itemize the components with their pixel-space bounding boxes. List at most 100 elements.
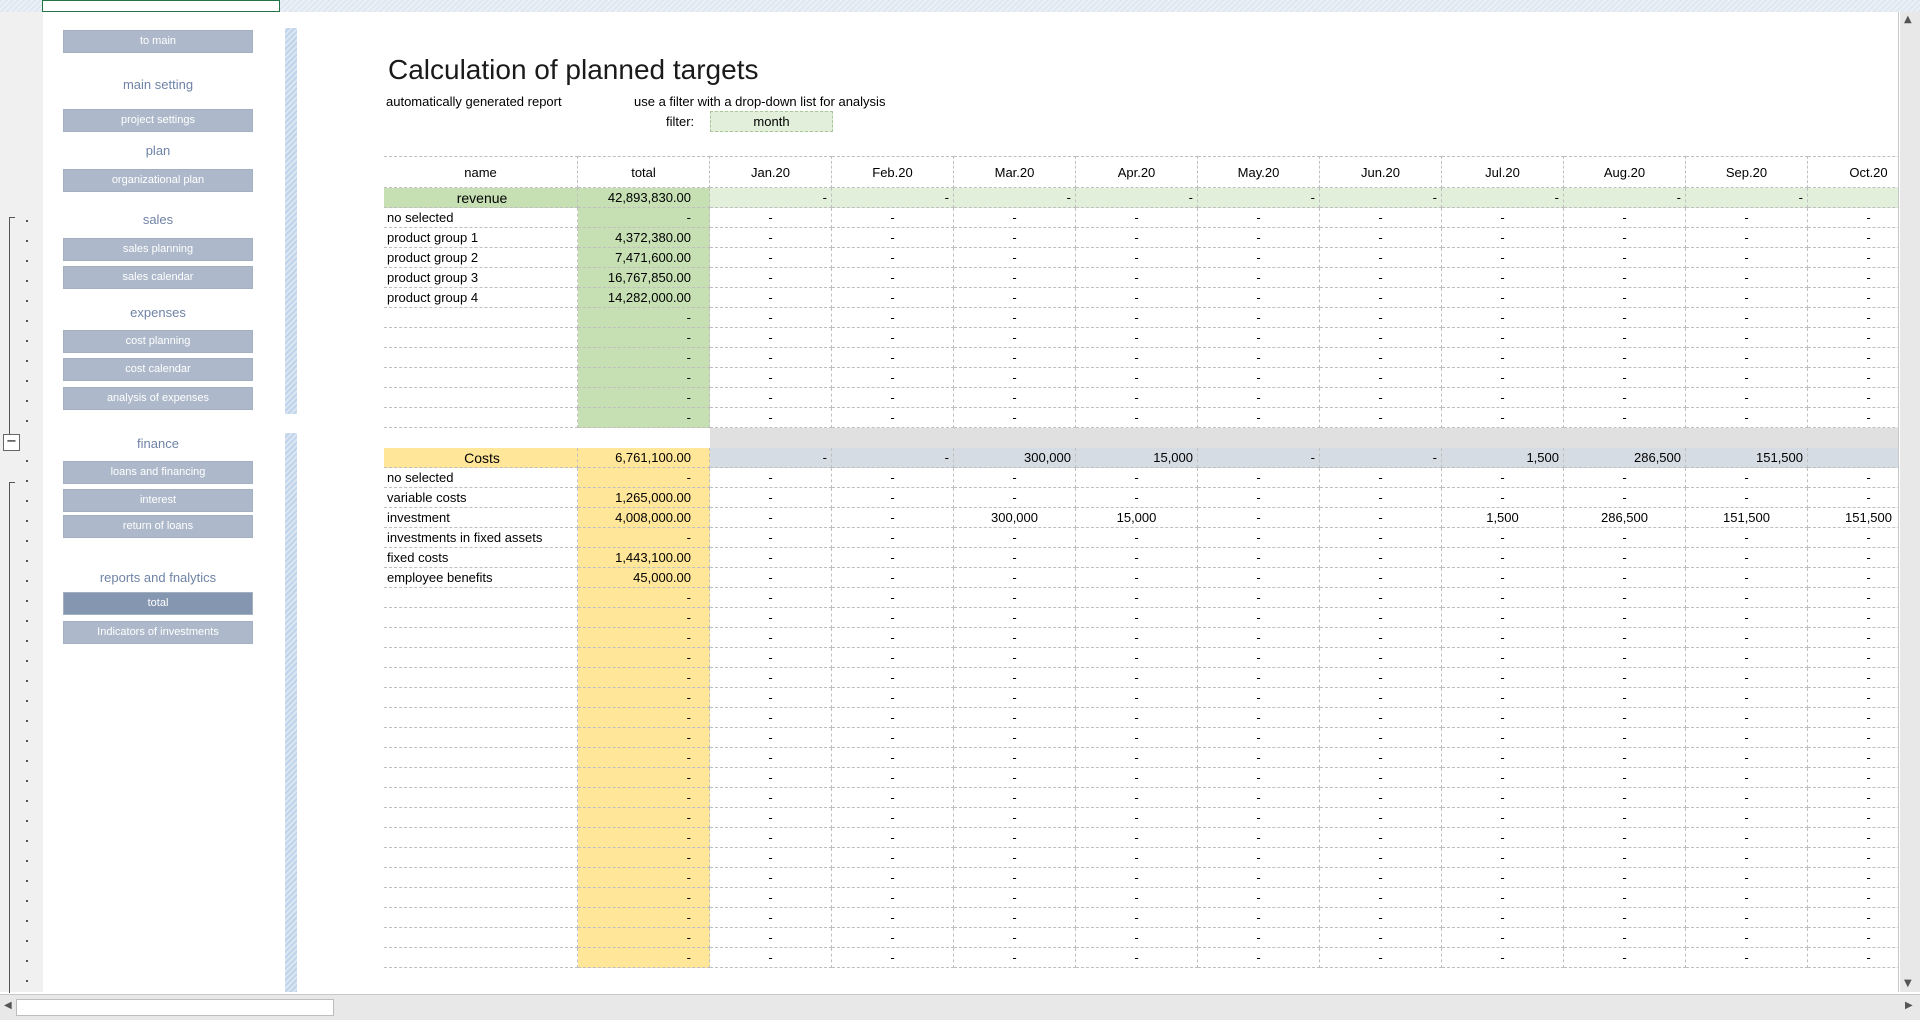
month-cell[interactable]: -: [1808, 528, 1898, 548]
row-name[interactable]: [384, 928, 578, 948]
month-cell[interactable]: -: [710, 268, 832, 288]
month-cell[interactable]: -: [1808, 248, 1898, 268]
header-month[interactable]: Apr.20: [1076, 156, 1198, 188]
month-cell[interactable]: -: [1686, 468, 1808, 488]
month-cell[interactable]: -: [1686, 608, 1808, 628]
month-cell[interactable]: -: [1198, 288, 1320, 308]
month-cell[interactable]: -: [1808, 568, 1898, 588]
costs-month-cell[interactable]: -: [832, 448, 954, 468]
month-cell[interactable]: -: [832, 708, 954, 728]
month-cell[interactable]: -: [1198, 548, 1320, 568]
month-cell[interactable]: -: [1564, 348, 1686, 368]
month-cell[interactable]: -: [1564, 848, 1686, 868]
month-cell[interactable]: -: [1198, 688, 1320, 708]
month-cell[interactable]: -: [1198, 928, 1320, 948]
month-cell[interactable]: -: [1564, 488, 1686, 508]
month-cell[interactable]: -: [1320, 748, 1442, 768]
month-cell[interactable]: -: [954, 368, 1076, 388]
month-cell[interactable]: -: [1808, 208, 1898, 228]
month-cell[interactable]: -: [1808, 728, 1898, 748]
month-cell[interactable]: -: [954, 808, 1076, 828]
month-cell[interactable]: -: [954, 948, 1076, 968]
month-cell[interactable]: -: [1320, 268, 1442, 288]
month-cell[interactable]: -: [954, 748, 1076, 768]
month-cell[interactable]: -: [832, 268, 954, 288]
month-cell[interactable]: -: [1442, 548, 1564, 568]
month-cell[interactable]: -: [832, 808, 954, 828]
month-cell[interactable]: -: [954, 628, 1076, 648]
row-name[interactable]: investment: [384, 508, 578, 528]
month-cell[interactable]: -: [710, 848, 832, 868]
row-name[interactable]: investments in fixed assets: [384, 528, 578, 548]
month-cell[interactable]: -: [1564, 788, 1686, 808]
month-cell[interactable]: -: [832, 728, 954, 748]
month-cell[interactable]: -: [1320, 248, 1442, 268]
row-total[interactable]: -: [578, 608, 710, 628]
revenue-month-cell[interactable]: -: [1198, 188, 1320, 208]
month-cell[interactable]: -: [710, 288, 832, 308]
month-cell[interactable]: -: [832, 488, 954, 508]
month-cell[interactable]: -: [1442, 928, 1564, 948]
month-cell[interactable]: -: [1564, 468, 1686, 488]
month-cell[interactable]: -: [1686, 848, 1808, 868]
month-cell[interactable]: -: [710, 308, 832, 328]
month-cell[interactable]: -: [1320, 828, 1442, 848]
row-name[interactable]: product group 4: [384, 288, 578, 308]
row-name[interactable]: variable costs: [384, 488, 578, 508]
row-total[interactable]: -: [578, 768, 710, 788]
header-month[interactable]: Sep.20: [1686, 156, 1808, 188]
month-cell[interactable]: -: [832, 328, 954, 348]
revenue-label[interactable]: revenue: [384, 188, 578, 208]
header-month[interactable]: Jan.20: [710, 156, 832, 188]
month-cell[interactable]: -: [1564, 728, 1686, 748]
month-cell[interactable]: -: [1808, 688, 1898, 708]
row-name[interactable]: [384, 668, 578, 688]
month-cell[interactable]: -: [710, 688, 832, 708]
month-cell[interactable]: -: [1686, 368, 1808, 388]
month-cell[interactable]: -: [1198, 268, 1320, 288]
month-cell[interactable]: -: [710, 208, 832, 228]
month-cell[interactable]: -: [1564, 828, 1686, 848]
month-cell[interactable]: -: [832, 608, 954, 628]
row-total[interactable]: -: [578, 848, 710, 868]
month-cell[interactable]: -: [1320, 288, 1442, 308]
month-cell[interactable]: -: [954, 408, 1076, 428]
header-month[interactable]: Feb.20: [832, 156, 954, 188]
month-cell[interactable]: -: [1564, 808, 1686, 828]
month-cell[interactable]: -: [1442, 228, 1564, 248]
sales-planning-button[interactable]: sales planning: [63, 238, 253, 261]
month-cell[interactable]: -: [832, 528, 954, 548]
row-name[interactable]: [384, 708, 578, 728]
month-cell[interactable]: -: [1686, 668, 1808, 688]
month-cell[interactable]: -: [1808, 288, 1898, 308]
month-cell[interactable]: -: [1076, 668, 1198, 688]
month-cell[interactable]: -: [1808, 668, 1898, 688]
row-name[interactable]: [384, 628, 578, 648]
month-cell[interactable]: -: [1198, 868, 1320, 888]
month-cell[interactable]: -: [1442, 728, 1564, 748]
month-cell[interactable]: -: [1808, 948, 1898, 968]
month-cell[interactable]: -: [1564, 388, 1686, 408]
month-cell[interactable]: -: [954, 668, 1076, 688]
to-main-button[interactable]: to main: [63, 30, 253, 53]
month-cell[interactable]: -: [1320, 508, 1442, 528]
month-cell[interactable]: -: [954, 228, 1076, 248]
month-cell[interactable]: -: [1808, 788, 1898, 808]
month-cell[interactable]: -: [1686, 628, 1808, 648]
month-cell[interactable]: -: [1564, 588, 1686, 608]
row-total[interactable]: 14,282,000.00: [578, 288, 710, 308]
month-cell[interactable]: -: [832, 628, 954, 648]
month-cell[interactable]: -: [1198, 768, 1320, 788]
month-cell[interactable]: -: [1320, 588, 1442, 608]
month-cell[interactable]: -: [1686, 688, 1808, 708]
month-cell[interactable]: -: [1076, 308, 1198, 328]
month-cell[interactable]: -: [710, 888, 832, 908]
horizontal-scroll-thumb[interactable]: [16, 999, 334, 1016]
month-cell[interactable]: -: [832, 228, 954, 248]
row-name[interactable]: [384, 888, 578, 908]
month-cell[interactable]: -: [1076, 648, 1198, 668]
row-total[interactable]: 7,471,600.00: [578, 248, 710, 268]
month-cell[interactable]: -: [1076, 948, 1198, 968]
header-name[interactable]: name: [384, 156, 578, 188]
month-cell[interactable]: -: [1686, 928, 1808, 948]
